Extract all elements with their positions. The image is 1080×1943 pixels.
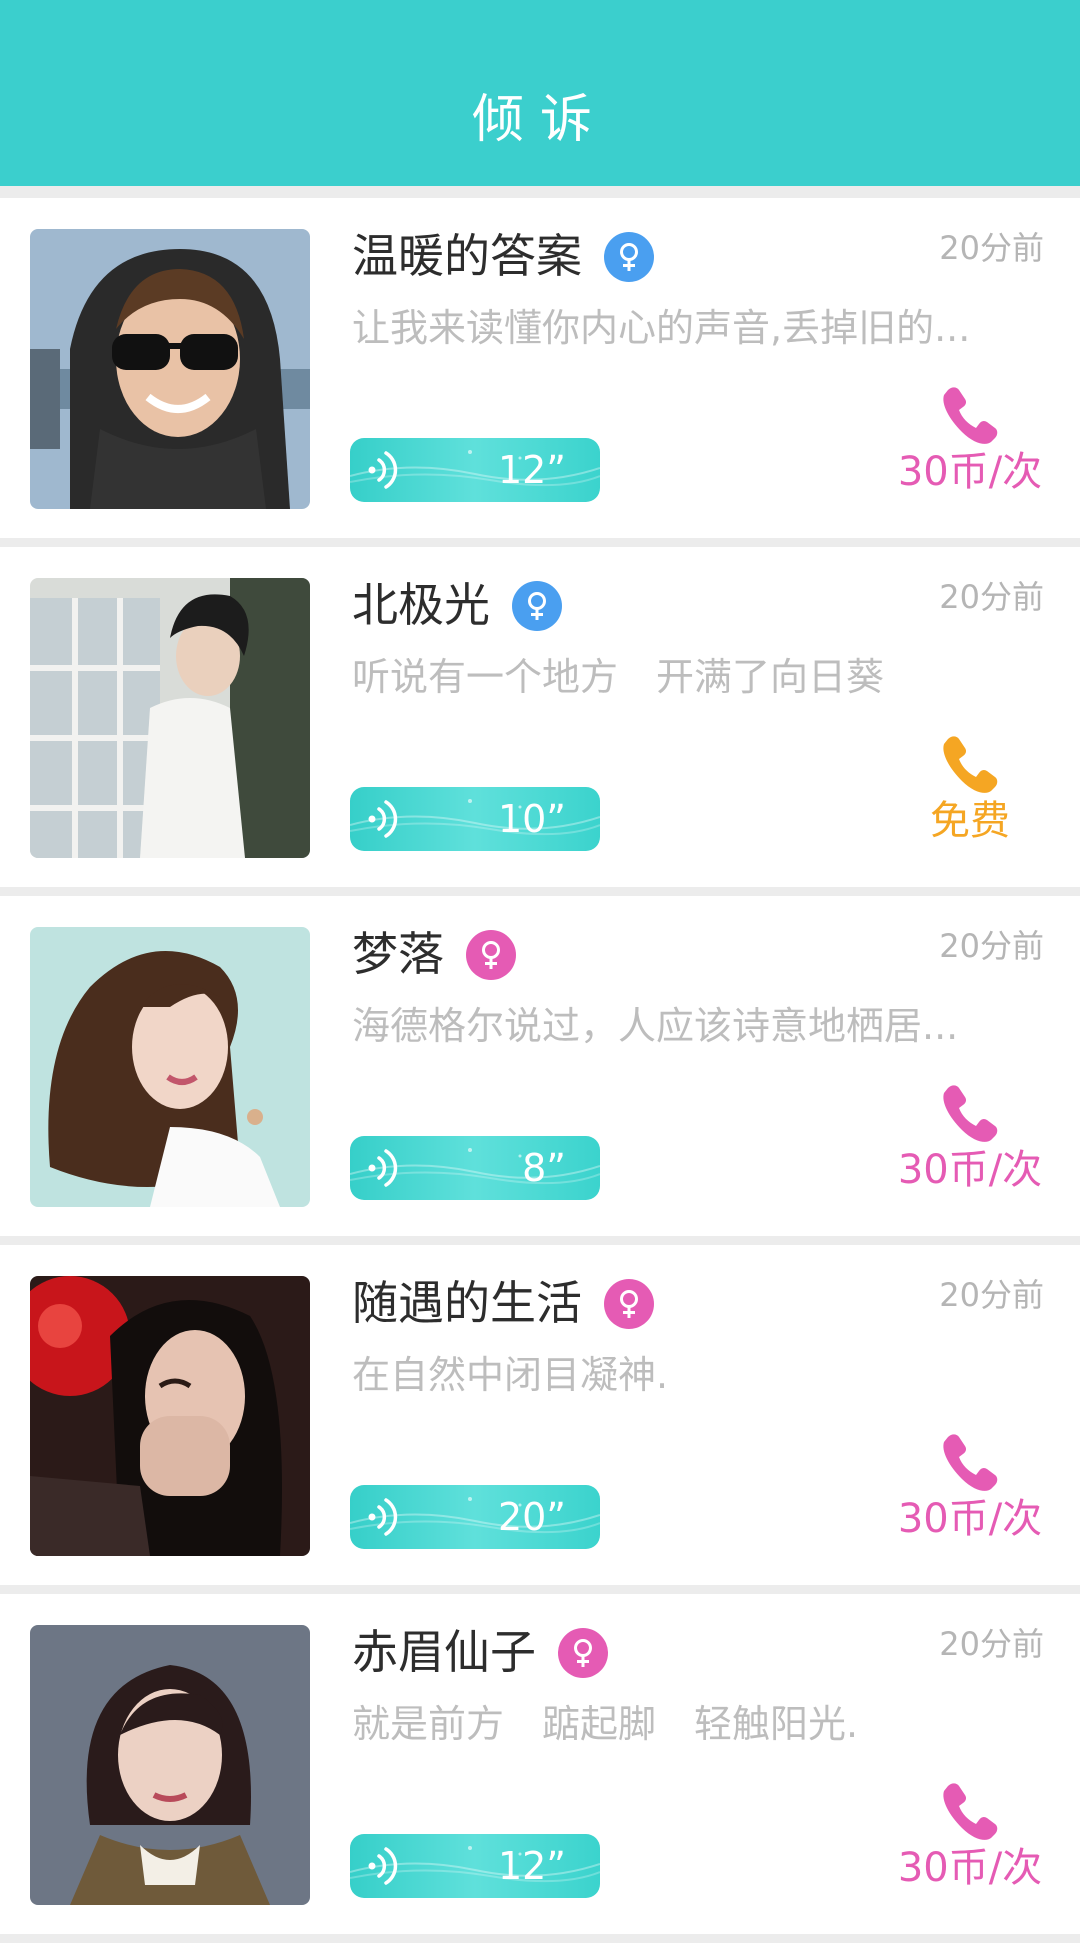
call-price: 免费 — [930, 798, 1010, 844]
phone-icon — [943, 1085, 998, 1142]
listener-list[interactable]: 温暖的答案 20分前 让我来读懂你内心的声音,丢掉旧的... 12” 30币/次… — [0, 198, 1080, 1943]
phone-icon — [943, 387, 998, 444]
voice-message-button[interactable]: 8” — [350, 1136, 600, 1200]
list-item[interactable]: 赤眉仙子 20分前 就是前方 踮起脚 轻触阳光. 12” 30币/次 — [0, 1594, 1080, 1934]
list-item[interactable]: 随遇的生活 20分前 在自然中闭目凝神. 20” 30币/次 — [0, 1245, 1080, 1585]
intro-text: 就是前方 踮起脚 轻触阳光. — [352, 1702, 859, 1746]
phone-icon — [943, 1783, 998, 1840]
header-bar: 倾诉 — [0, 0, 1080, 186]
call-button[interactable]: 30币/次 — [890, 1431, 1050, 1545]
call-price: 30币/次 — [897, 1147, 1043, 1193]
intro-text: 听说有一个地方 开满了向日葵 — [352, 655, 885, 699]
intro-text: 在自然中闭目凝神. — [352, 1353, 669, 1397]
avatar[interactable] — [30, 1276, 310, 1556]
list-item[interactable]: 温暖的答案 20分前 让我来读懂你内心的声音,丢掉旧的... 12” 30币/次 — [0, 198, 1080, 538]
voice-duration: 12” — [497, 448, 566, 492]
venus-icon — [512, 581, 562, 631]
avatar[interactable] — [30, 229, 310, 509]
user-name: 随遇的生活 — [352, 1276, 582, 1330]
venus-icon — [604, 232, 654, 282]
sound-wave-icon — [368, 1498, 398, 1536]
user-name: 北极光 — [352, 578, 490, 632]
call-button[interactable]: 30币/次 — [890, 1082, 1050, 1196]
sound-wave-icon — [368, 800, 398, 838]
voice-message-button[interactable]: 10” — [350, 787, 600, 851]
venus-icon — [604, 1279, 654, 1329]
user-name: 温暖的答案 — [352, 229, 582, 283]
list-item[interactable]: 北极光 20分前 听说有一个地方 开满了向日葵 10” 免费 — [0, 547, 1080, 887]
intro-text: 海德格尔说过，人应该诗意地栖居... — [352, 1004, 959, 1048]
phone-icon — [943, 736, 998, 793]
avatar[interactable] — [30, 578, 310, 858]
voice-message-button[interactable]: 12” — [350, 1834, 600, 1898]
call-price: 30币/次 — [897, 449, 1043, 495]
call-button[interactable]: 30币/次 — [890, 384, 1050, 498]
post-time: 20分前 — [939, 1625, 1044, 1663]
user-name: 赤眉仙子 — [352, 1625, 536, 1679]
avatar[interactable] — [30, 927, 310, 1207]
sound-wave-icon — [368, 451, 398, 489]
sound-wave-icon — [368, 1149, 398, 1187]
user-name: 梦落 — [352, 927, 444, 981]
call-button[interactable]: 30币/次 — [890, 1780, 1050, 1894]
avatar[interactable] — [30, 1625, 310, 1905]
voice-duration: 10” — [497, 797, 566, 841]
page-title: 倾诉 — [471, 90, 608, 150]
post-time: 20分前 — [939, 229, 1044, 267]
call-button[interactable]: 免费 — [890, 733, 1050, 847]
voice-message-button[interactable]: 12” — [350, 438, 600, 502]
voice-message-button[interactable]: 20” — [350, 1485, 600, 1549]
intro-text: 让我来读懂你内心的声音,丢掉旧的... — [352, 306, 971, 350]
call-price: 30币/次 — [897, 1845, 1043, 1891]
phone-icon — [943, 1434, 998, 1491]
post-time: 20分前 — [939, 1276, 1044, 1314]
post-time: 20分前 — [939, 927, 1044, 965]
call-price: 30币/次 — [897, 1496, 1043, 1542]
list-item[interactable]: 梦落 20分前 海德格尔说过，人应该诗意地栖居... 8” 30币/次 — [0, 896, 1080, 1236]
voice-duration: 20” — [497, 1495, 566, 1539]
venus-icon — [558, 1628, 608, 1678]
post-time: 20分前 — [939, 578, 1044, 616]
voice-duration: 8” — [522, 1146, 566, 1190]
voice-duration: 12” — [497, 1844, 566, 1888]
venus-icon — [466, 930, 516, 980]
sound-wave-icon — [368, 1847, 398, 1885]
